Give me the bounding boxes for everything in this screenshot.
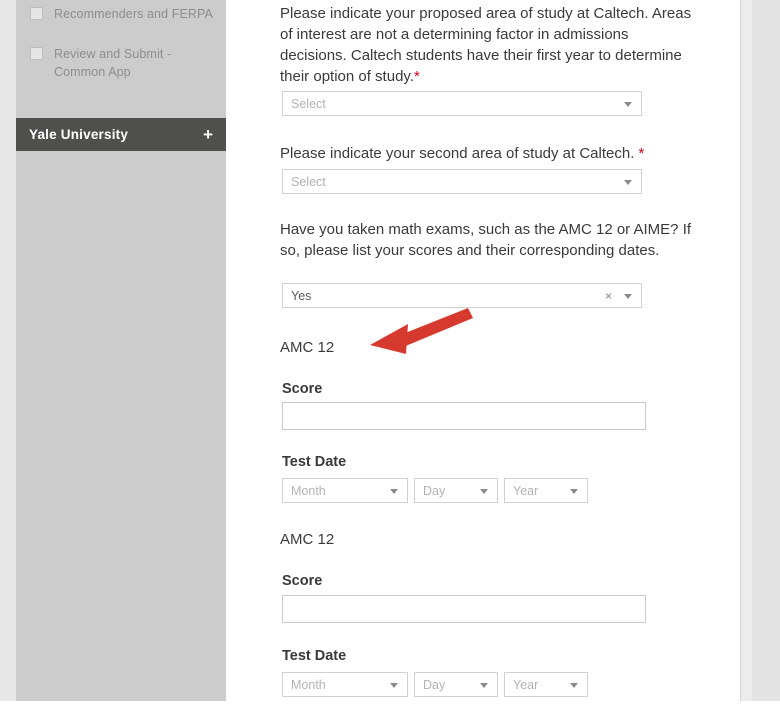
question-second-area-of-study: Please indicate your second area of stud… <box>280 143 698 164</box>
year-placeholder: Year <box>513 483 539 498</box>
question-text: Please indicate your second area of stud… <box>280 145 645 162</box>
month-placeholder: Month <box>291 483 326 498</box>
day-select[interactable]: Day <box>414 672 498 697</box>
select-placeholder: Select <box>291 96 326 111</box>
month-select[interactable]: Month <box>282 478 408 503</box>
question-proposed-area-of-study: Please indicate your proposed area of st… <box>280 3 692 87</box>
exam-entry-title: AMC 12 <box>280 339 335 356</box>
question-text: Have you taken math exams, such as the A… <box>280 221 692 259</box>
plus-icon[interactable]: + <box>203 126 213 143</box>
year-select[interactable]: Year <box>504 478 588 503</box>
select-placeholder: Select <box>291 174 326 189</box>
unchecked-checkbox[interactable] <box>30 7 43 20</box>
school-name-label: Yale University <box>29 127 129 142</box>
select-value: Yes <box>291 288 312 303</box>
form-content-panel: Please indicate your proposed area of st… <box>226 0 741 701</box>
score-label: Score <box>282 381 323 397</box>
test-date-row: Month Day Year <box>282 478 588 503</box>
test-date-row: Month Day Year <box>282 672 588 697</box>
sidebar: Recommenders and FERPA Review and Submit… <box>16 0 227 701</box>
month-select[interactable]: Month <box>282 672 408 697</box>
chevron-down-icon[interactable] <box>570 682 578 688</box>
question-math-exams: Have you taken math exams, such as the A… <box>280 219 692 261</box>
select-second-area-of-study[interactable]: Select <box>282 169 642 194</box>
month-placeholder: Month <box>291 677 326 692</box>
year-placeholder: Year <box>513 677 539 692</box>
chevron-down-icon[interactable] <box>480 682 488 688</box>
select-math-exams-taken[interactable]: Yes × <box>282 283 642 308</box>
chevron-down-icon[interactable] <box>624 179 632 185</box>
sidebar-item-label: Review and Submit - Common App <box>54 47 172 79</box>
clear-selection-icon[interactable]: × <box>605 289 612 303</box>
test-date-label: Test Date <box>282 454 347 470</box>
sidebar-item-recommenders-and-ferpa[interactable]: Recommenders and FERPA <box>16 0 226 40</box>
day-placeholder: Day <box>423 677 446 692</box>
question-text: Please indicate your proposed area of st… <box>280 5 692 85</box>
page-shell: Recommenders and FERPA Review and Submit… <box>0 0 780 701</box>
chevron-down-icon[interactable] <box>480 488 488 494</box>
required-asterisk: * <box>638 145 645 162</box>
chevron-down-icon[interactable] <box>570 488 578 494</box>
required-asterisk: * <box>413 68 420 85</box>
sidebar-checklist: Recommenders and FERPA Review and Submit… <box>16 0 226 86</box>
day-select[interactable]: Day <box>414 478 498 503</box>
chevron-down-icon[interactable] <box>624 101 632 107</box>
screenshot-root: Recommenders and FERPA Review and Submit… <box>0 0 780 720</box>
page-gutter-right <box>752 0 780 701</box>
exam-entry-title: AMC 12 <box>280 531 335 548</box>
unchecked-checkbox[interactable] <box>30 47 43 60</box>
chevron-down-icon[interactable] <box>390 682 398 688</box>
year-select[interactable]: Year <box>504 672 588 697</box>
test-date-label: Test Date <box>282 648 347 664</box>
sidebar-school-header-yale[interactable]: Yale University + <box>16 118 227 151</box>
chevron-down-icon[interactable] <box>390 488 398 494</box>
score-input[interactable] <box>282 402 646 430</box>
page-gutter-left <box>0 0 16 701</box>
sidebar-item-review-and-submit[interactable]: Review and Submit - Common App <box>16 40 226 86</box>
chevron-down-icon[interactable] <box>624 293 632 299</box>
day-placeholder: Day <box>423 483 446 498</box>
sidebar-empty-area <box>16 151 226 701</box>
score-label: Score <box>282 573 323 589</box>
select-proposed-area-of-study[interactable]: Select <box>282 91 642 116</box>
score-input[interactable] <box>282 595 646 623</box>
sidebar-item-label: Recommenders and FERPA <box>54 7 213 21</box>
